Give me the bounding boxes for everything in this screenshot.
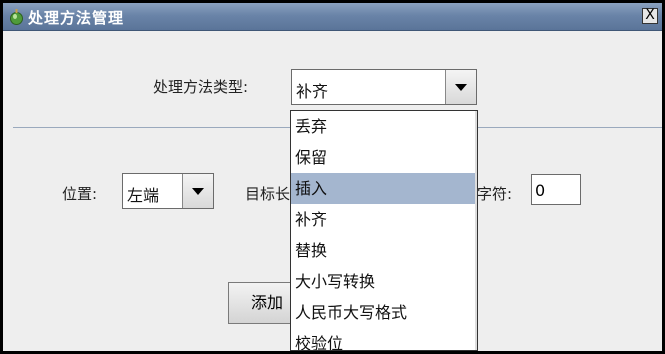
position-label: 位置: xyxy=(62,185,98,203)
method-type-select[interactable]: 补齐 xyxy=(291,69,477,105)
app-icon xyxy=(10,9,23,25)
close-button[interactable]: X xyxy=(642,8,658,24)
method-type-dropdown: 丢弃 保留 插入 补齐 替换 大小写转换 人民币大写格式 校验位 xyxy=(290,110,478,351)
dialog-window: 处理方法管理 X 处理方法类型: 补齐 位置: 左端 目标长 字符: 0 添加 … xyxy=(3,3,662,351)
dropdown-option[interactable]: 补齐 xyxy=(291,204,477,235)
dropdown-option-highlighted[interactable]: 插入 xyxy=(291,173,477,204)
dropdown-option[interactable]: 丢弃 xyxy=(291,111,477,142)
dropdown-option[interactable]: 替换 xyxy=(291,235,477,266)
window-title: 处理方法管理 xyxy=(28,9,125,27)
target-length-label: 目标长 xyxy=(245,185,291,203)
dropdown-scrollbar[interactable] xyxy=(475,111,477,350)
method-type-value: 补齐 xyxy=(296,82,329,101)
dropdown-option[interactable]: 人民币大写格式 xyxy=(291,297,477,328)
chevron-down-icon[interactable] xyxy=(445,70,476,104)
chevron-down-icon[interactable] xyxy=(182,174,213,208)
method-type-label: 处理方法类型: xyxy=(153,78,249,96)
dropdown-option[interactable]: 大小写转换 xyxy=(291,266,477,297)
position-select[interactable]: 左端 xyxy=(122,173,214,209)
dropdown-option[interactable]: 校验位 xyxy=(291,328,477,350)
title-bar[interactable]: 处理方法管理 X xyxy=(3,3,662,31)
position-value: 左端 xyxy=(127,186,160,205)
fill-char-label: 字符: xyxy=(477,185,513,203)
fill-char-input[interactable]: 0 xyxy=(531,174,581,205)
dropdown-option[interactable]: 保留 xyxy=(291,142,477,173)
